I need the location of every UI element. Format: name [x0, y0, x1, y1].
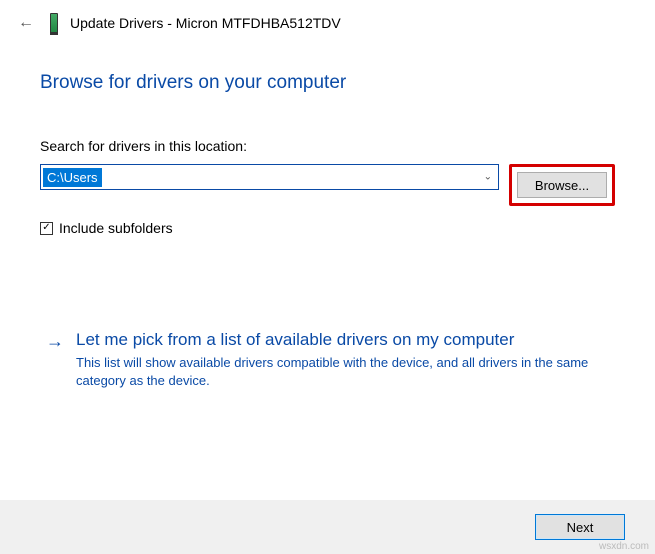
- path-combobox[interactable]: C:\Users ⌄: [40, 164, 499, 190]
- include-subfolders-checkbox[interactable]: ✓: [40, 222, 53, 235]
- dialog-footer: Next: [0, 500, 655, 554]
- watermark: wsxdn.com: [599, 541, 649, 552]
- next-button[interactable]: Next: [535, 514, 625, 540]
- include-subfolders-label: Include subfolders: [59, 220, 173, 236]
- dialog-title: Update Drivers - Micron MTFDHBA512TDV: [70, 15, 341, 31]
- back-arrow-icon[interactable]: ←: [14, 12, 38, 34]
- arrow-right-icon: →: [46, 330, 64, 390]
- pick-desc: This list will show available drivers co…: [76, 354, 609, 390]
- pick-from-list-option[interactable]: → Let me pick from a list of available d…: [40, 326, 615, 394]
- pick-text: Let me pick from a list of available dri…: [76, 330, 609, 390]
- browse-button[interactable]: Browse...: [517, 172, 607, 198]
- page-heading: Browse for drivers on your computer: [40, 72, 615, 94]
- chevron-down-icon[interactable]: ⌄: [484, 172, 492, 183]
- include-subfolders-row[interactable]: ✓ Include subfolders: [40, 220, 615, 236]
- search-location-label: Search for drivers in this location:: [40, 138, 615, 154]
- device-icon: [50, 13, 58, 33]
- path-row: C:\Users ⌄ Browse...: [40, 164, 615, 206]
- pick-title: Let me pick from a list of available dri…: [76, 330, 609, 350]
- browse-highlight: Browse...: [509, 164, 615, 206]
- dialog-header: ← Update Drivers - Micron MTFDHBA512TDV: [0, 0, 655, 42]
- path-value: C:\Users: [43, 168, 102, 187]
- dialog-content: Browse for drivers on your computer Sear…: [0, 42, 655, 394]
